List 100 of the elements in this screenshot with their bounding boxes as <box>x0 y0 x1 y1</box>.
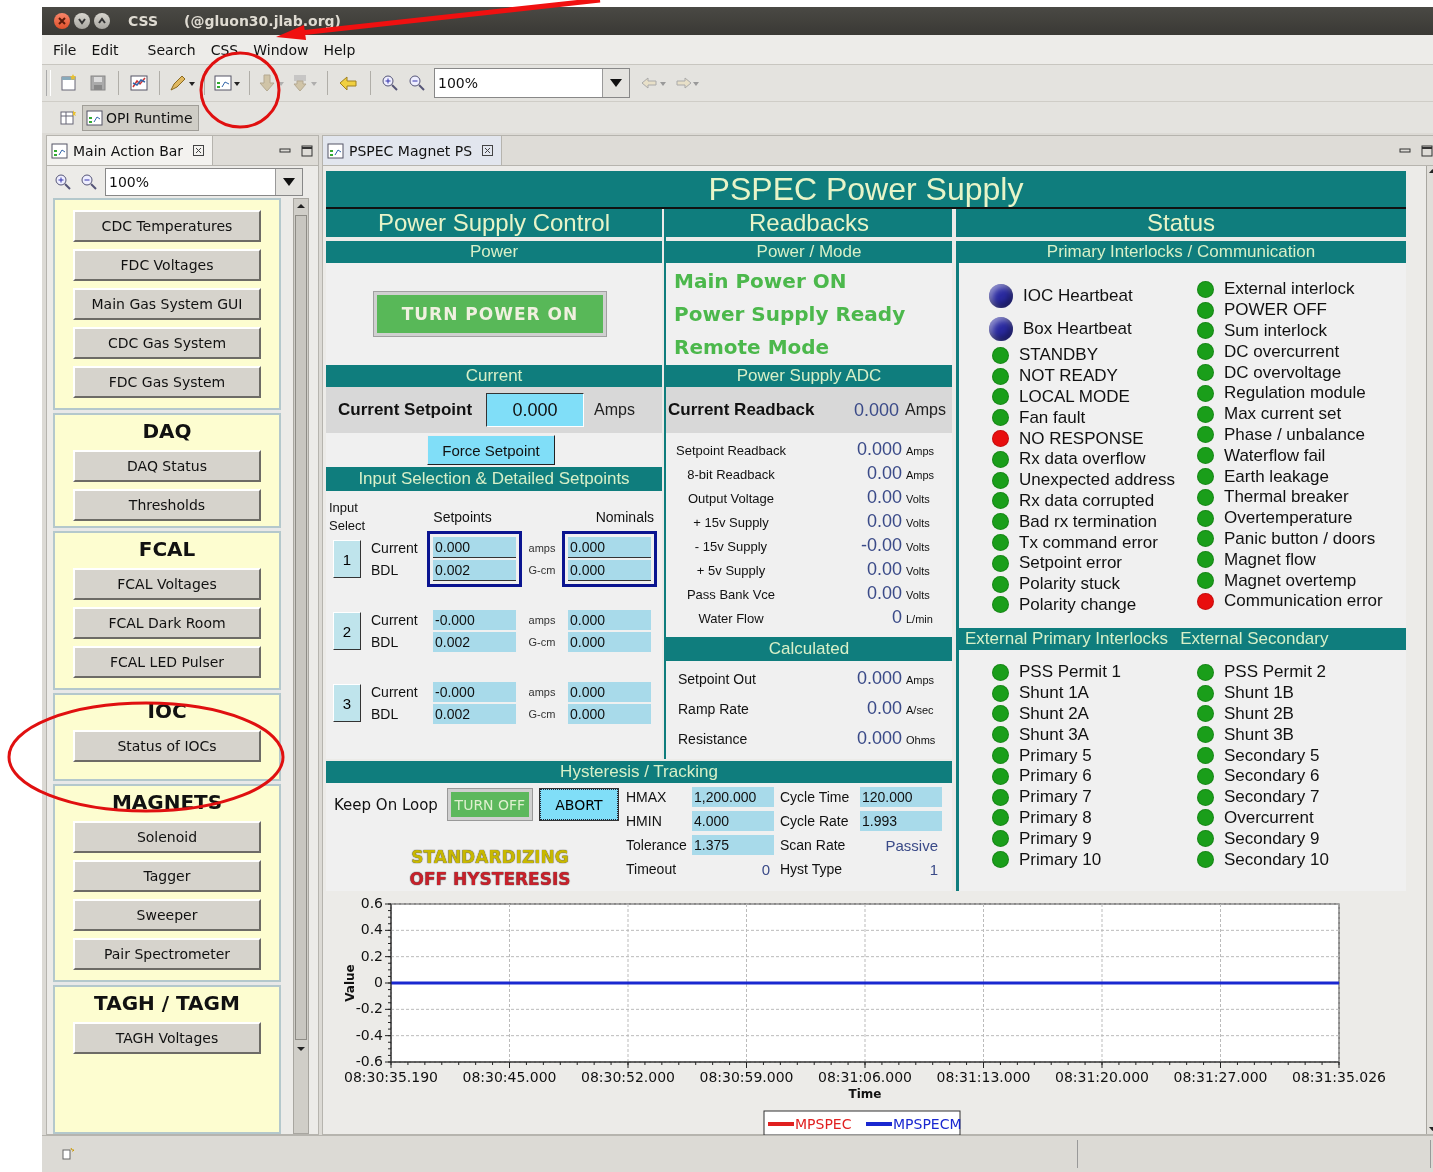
close-button[interactable] <box>54 13 70 29</box>
setpoint-field[interactable]: 0.002 <box>433 560 516 581</box>
scrollbar[interactable] <box>293 198 309 1134</box>
nominal-field[interactable]: 0.000 <box>568 632 651 652</box>
param-field[interactable]: 120.000 <box>860 787 942 807</box>
interlock-label: Rx data overflow <box>1019 449 1146 470</box>
param-label: Tolerance <box>626 837 688 853</box>
action-button[interactable]: Pair Spectrometer <box>73 937 261 970</box>
param-label: Timeout <box>626 861 678 877</box>
setpoint-field[interactable]: -0.000 <box>433 682 516 702</box>
close-icon[interactable] <box>193 145 205 156</box>
action-button[interactable]: Status of IOCs <box>73 730 261 762</box>
input-select-button[interactable]: 1 <box>333 540 361 578</box>
action-button[interactable]: Solenoid <box>73 820 261 853</box>
reading-value: 0 <box>891 607 903 628</box>
setpoint-field[interactable]: -0.000 <box>433 610 516 630</box>
nominal-field[interactable]: 0.000 <box>568 537 651 558</box>
zoom-combo[interactable]: 100% <box>434 68 630 98</box>
interlock-label: Primary 5 <box>1019 745 1092 766</box>
action-button[interactable]: Main Gas System GUI <box>73 288 261 320</box>
menu-item[interactable]: File <box>53 41 77 58</box>
zoom-combo[interactable]: 100% <box>105 168 303 196</box>
abort-button[interactable]: ABORT <box>539 789 618 820</box>
unit-label: Volts <box>906 541 931 553</box>
interlock-label: Setpoint error <box>1019 553 1122 574</box>
action-button[interactable]: FDC Gas System <box>73 366 261 398</box>
reading-value: 0.000 <box>855 439 903 460</box>
y-tick-label: -0.6 <box>355 1053 383 1069</box>
reading-label: Setpoint Readback <box>675 443 787 458</box>
setpoint-field[interactable]: 0.002 <box>433 632 516 652</box>
interlock-label: Polarity change <box>1019 594 1137 615</box>
interlock-label: Panic button / doors <box>1224 528 1376 549</box>
caret-icon <box>610 79 622 87</box>
force-setpoint-button[interactable]: Force Setpoint <box>427 435 555 465</box>
param-field[interactable]: 4.000 <box>692 811 774 831</box>
nominal-field[interactable]: 0.000 <box>568 682 651 702</box>
close-icon[interactable] <box>482 145 494 156</box>
menu-item[interactable]: Window <box>253 41 309 58</box>
menu-item[interactable]: Search <box>147 41 196 58</box>
y-tick-label: 0 <box>374 974 383 990</box>
action-button[interactable]: CDC Gas System <box>73 327 261 359</box>
action-button[interactable]: Thresholds <box>73 489 261 521</box>
action-button[interactable]: CDC Temperatures <box>73 210 261 242</box>
interlock-label: Secondary 6 <box>1224 766 1320 787</box>
window-title: CSS <box>128 13 159 29</box>
interlock-label: Secondary 5 <box>1224 745 1320 766</box>
view-tab[interactable]: Main Action Bar <box>47 136 214 165</box>
display-icon <box>51 141 69 160</box>
menu-item[interactable]: Edit <box>91 41 119 58</box>
arrow-down-icon[interactable] <box>295 1044 307 1054</box>
y-axis-title: Value <box>343 964 357 1002</box>
column-label: Setpoints <box>432 509 493 525</box>
action-button[interactable]: Tagger <box>73 859 261 892</box>
interlock-label: Phase / unbalance <box>1224 424 1365 445</box>
interlock-label: Overtemperature <box>1224 508 1353 529</box>
reading-label: Resistance <box>677 731 749 747</box>
reading-label: + 5v Supply <box>695 563 767 578</box>
x-tick-label: 08:31:20.000 <box>1054 1069 1150 1085</box>
interlock-label: Unexpected address <box>1019 470 1175 491</box>
reading-value: 0.00 <box>865 583 903 604</box>
interlock-label: PSS Permit 2 <box>1224 662 1327 683</box>
action-button[interactable]: FDC Voltages <box>73 249 261 281</box>
param-label: Scan Rate <box>780 837 847 853</box>
param-field[interactable]: 1,200.000 <box>692 787 774 807</box>
nominal-field[interactable]: 0.000 <box>568 704 651 724</box>
nominal-field[interactable]: 0.000 <box>568 610 651 630</box>
legend-label: MPSPECM <box>893 1116 962 1132</box>
section-title: MAGNETS <box>111 789 223 814</box>
action-button[interactable]: FCAL Dark Room <box>73 607 261 639</box>
interlock-label: External interlock <box>1224 279 1355 300</box>
arrow-up-icon[interactable] <box>295 201 307 211</box>
nominal-field[interactable]: 0.000 <box>568 560 651 581</box>
menu-item[interactable]: Help <box>323 41 356 58</box>
minimize-button[interactable] <box>74 13 90 29</box>
param-field[interactable]: 1.375 <box>692 835 774 855</box>
action-button[interactable]: FCAL Voltages <box>73 568 261 600</box>
action-button[interactable]: Sweeper <box>73 898 261 931</box>
interlock-label: Shunt 3A <box>1019 724 1089 745</box>
action-button[interactable]: DAQ Status <box>73 450 261 482</box>
param-label: Cycle Time <box>780 789 851 805</box>
action-button[interactable]: FCAL LED Pulser <box>73 646 261 678</box>
maximize-button[interactable] <box>94 13 110 29</box>
interlock-label: IOC Heartbeat <box>1023 285 1133 306</box>
setpoint-field[interactable]: 0.000 <box>433 537 516 558</box>
perspective-button[interactable]: OPI Runtime <box>82 104 199 131</box>
action-button[interactable]: TAGH Voltages <box>73 1021 261 1054</box>
param-field[interactable]: 1.993 <box>860 811 942 831</box>
setpoint-field[interactable]: 0.002 <box>433 704 516 724</box>
editor-tab[interactable]: PSPEC Magnet PS <box>323 136 503 165</box>
setpoint-field[interactable]: 0.000 <box>486 393 585 427</box>
section-title: DAQ <box>142 419 192 443</box>
interlock-label: Secondary 7 <box>1224 787 1320 808</box>
input-select-button[interactable]: 3 <box>333 684 361 722</box>
interlock-label: Overcurrent <box>1224 807 1314 828</box>
mode-status: Remote Mode <box>674 334 831 360</box>
interlock-label: PSS Permit 1 <box>1019 662 1122 683</box>
reading-value: 0.000 <box>855 668 903 689</box>
input-select-button[interactable]: 2 <box>333 612 361 650</box>
mode-status: Power Supply Ready <box>674 301 907 327</box>
unit-label: Volts <box>906 493 931 505</box>
